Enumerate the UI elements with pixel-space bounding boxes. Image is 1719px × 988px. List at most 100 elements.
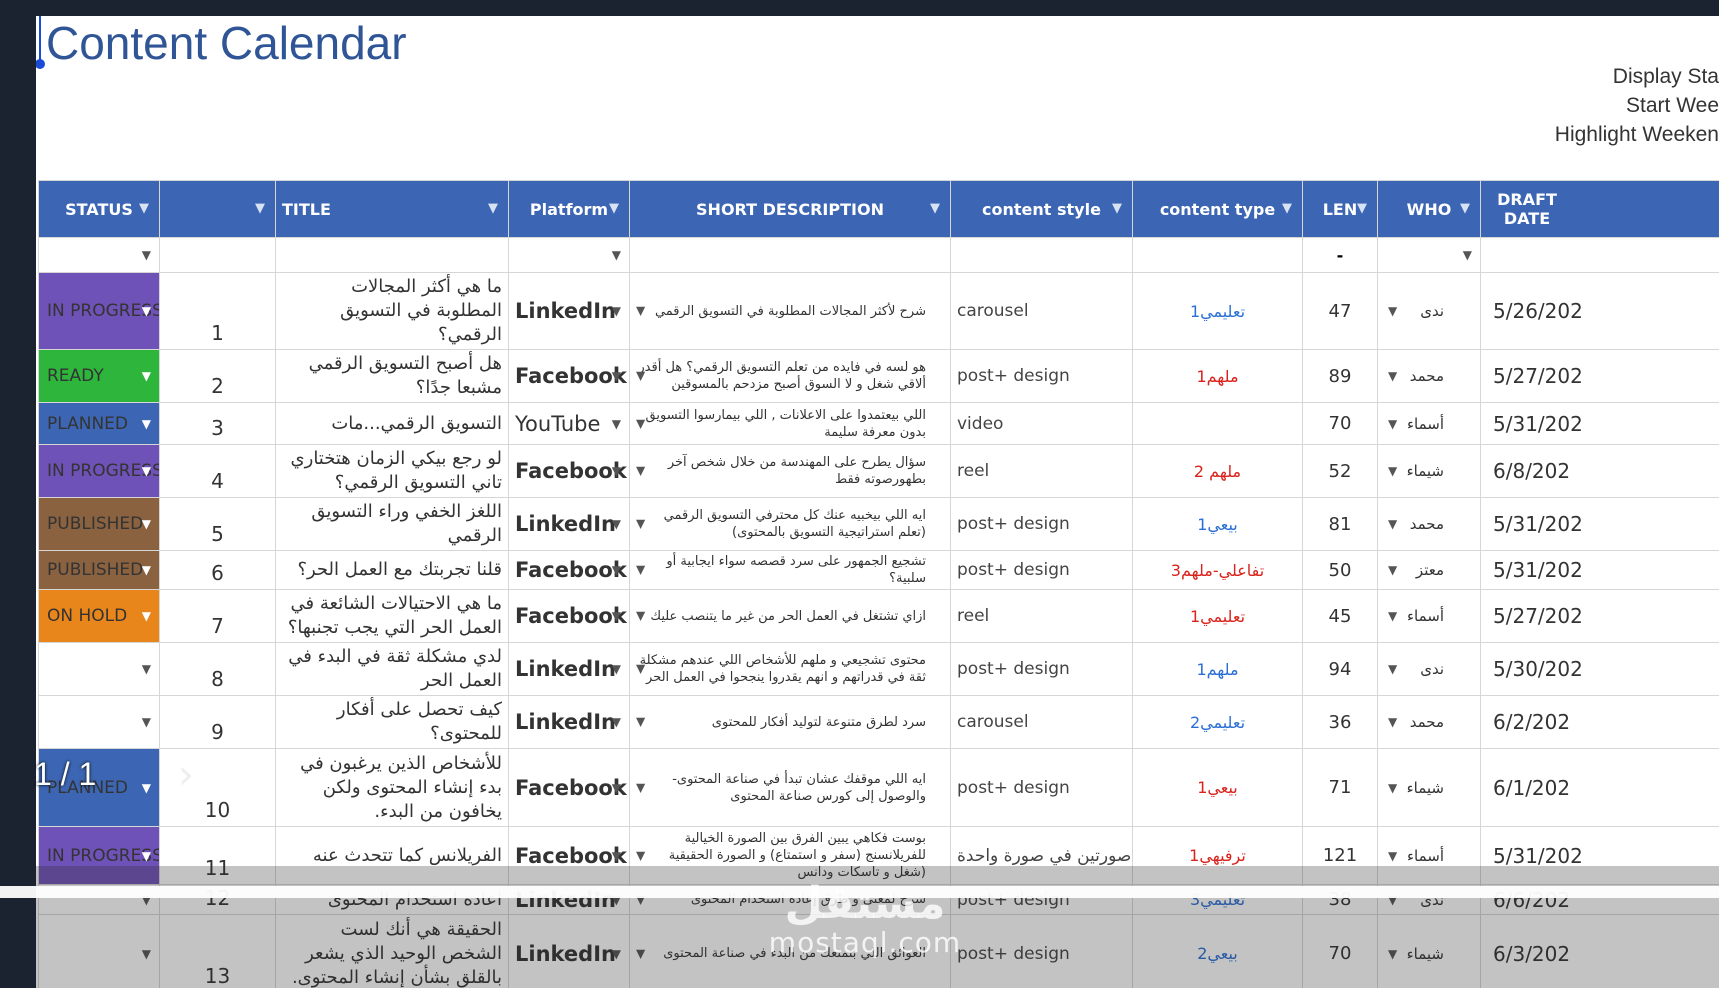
len-cell[interactable]: 121	[1302, 826, 1378, 885]
filter-cell[interactable]	[629, 237, 951, 273]
who-select[interactable]: شيماء ▼	[1377, 444, 1481, 498]
description-cell[interactable]: ايه اللي بيخبيه عنك كل محترفي التسويق ال…	[629, 497, 951, 551]
draft-date-cell[interactable]: 6/3/202	[1480, 914, 1719, 988]
chevron-down-icon[interactable]: ▼	[142, 781, 151, 795]
filter-who[interactable]: ▼	[1377, 237, 1481, 273]
len-cell[interactable]: 50	[1302, 550, 1378, 590]
filter-icon[interactable]: ▼	[1112, 201, 1122, 216]
description-cell[interactable]: بوست فكاهي يبين الفرق بين الصورة الخيالي…	[629, 826, 951, 885]
content-style-cell[interactable]: video	[950, 402, 1133, 445]
chevron-down-icon[interactable]: ▼	[612, 781, 621, 795]
len-cell[interactable]: 70	[1302, 914, 1378, 988]
filter-len[interactable]: -	[1302, 237, 1378, 273]
chevron-down-icon[interactable]: ▼	[1388, 715, 1397, 729]
page-title[interactable]: Content Calendar	[46, 16, 407, 70]
draft-date-cell[interactable]: 5/26/202	[1480, 272, 1719, 350]
chevron-down-icon[interactable]: ▼	[142, 715, 151, 729]
chevron-down-icon[interactable]: ▼	[612, 248, 621, 262]
chevron-down-icon[interactable]: ▼	[612, 609, 621, 623]
description-cell[interactable]: شرح لأكثر المجالات المطلوبة في التسويق ا…	[629, 272, 951, 350]
chevron-down-icon[interactable]: ▼	[612, 417, 621, 431]
draft-date-cell[interactable]: 5/31/202	[1480, 826, 1719, 885]
content-style-cell[interactable]: reel	[950, 589, 1133, 643]
content-type-cell[interactable]: ملهم1	[1132, 349, 1303, 403]
filter-status[interactable]: ▼	[38, 237, 160, 273]
platform-select[interactable]: YouTube ▼	[508, 402, 630, 445]
description-cell[interactable]: سرد لطرق متنوعة لتوليد أفكار للمحتوى ▼	[629, 695, 951, 749]
platform-select[interactable]: LinkedIn ▼	[508, 914, 630, 988]
len-cell[interactable]: 52	[1302, 444, 1378, 498]
draft-date-cell[interactable]: 5/31/202	[1480, 402, 1719, 445]
draft-date-cell[interactable]: 5/31/202	[1480, 550, 1719, 590]
platform-select[interactable]: Facebook ▼	[508, 550, 630, 590]
title-cell[interactable]: الحقيقة هي أنك لست الشخص الوحيد الذي يشع…	[275, 914, 509, 988]
content-type-cell[interactable]: تفاعلي-ملهم3	[1132, 550, 1303, 590]
content-style-cell[interactable]: post+ design	[950, 914, 1133, 988]
chevron-down-icon[interactable]: ▼	[1388, 563, 1397, 577]
title-cell[interactable]: كيف تحصل على أفكار للمحتوى؟	[275, 695, 509, 749]
filter-icon[interactable]: ▼	[488, 201, 498, 216]
draft-date-cell[interactable]: 5/27/202	[1480, 589, 1719, 643]
platform-select[interactable]: LinkedIn ▼	[508, 695, 630, 749]
cursor-handle[interactable]	[36, 59, 45, 69]
len-cell[interactable]: 36	[1302, 695, 1378, 749]
column-header-short-description[interactable]: SHORT DESCRIPTION ▼	[629, 180, 951, 238]
column-header-title[interactable]: TITLE ▼	[275, 180, 509, 238]
filter-icon[interactable]: ▼	[1282, 201, 1292, 216]
title-cell[interactable]: الفريلانس كما تتحدث عنه	[275, 826, 509, 885]
chevron-down-icon[interactable]: ▼	[636, 303, 645, 320]
column-header-content-style[interactable]: content style ▼	[950, 180, 1133, 238]
content-style-cell[interactable]: reel	[950, 444, 1133, 498]
len-cell[interactable]: 89	[1302, 349, 1378, 403]
chevron-down-icon[interactable]: ▼	[1388, 369, 1397, 383]
title-cell[interactable]: التسويق الرقمي...مات	[275, 402, 509, 445]
filter-icon[interactable]: ▼	[1357, 201, 1367, 216]
chevron-down-icon[interactable]: ▼	[636, 661, 645, 678]
len-cell[interactable]: 81	[1302, 497, 1378, 551]
chevron-down-icon[interactable]: ▼	[636, 847, 645, 864]
column-header-draft-date[interactable]: DRAFT DATE	[1480, 180, 1719, 238]
draft-date-cell[interactable]: 6/8/202	[1480, 444, 1719, 498]
title-cell[interactable]: اللغز الخفي وراء التسويق الرقمي	[275, 497, 509, 551]
description-cell[interactable]: محتوى تشجيعي و ملهم للأشخاص اللي عندهم م…	[629, 642, 951, 696]
who-select[interactable]: محمد ▼	[1377, 497, 1481, 551]
platform-select[interactable]: Facebook ▼	[508, 748, 630, 827]
status-select[interactable]: IN PROGRESS ▼	[38, 444, 160, 498]
chevron-down-icon[interactable]: ▼	[1388, 947, 1397, 961]
chevron-down-icon[interactable]: ▼	[142, 417, 151, 431]
chevron-down-icon[interactable]: ▼	[612, 947, 621, 961]
title-cell[interactable]: ما هي الاحتيالات الشائعة في العمل الحر ا…	[275, 589, 509, 643]
chevron-down-icon[interactable]: ▼	[1388, 417, 1397, 431]
title-cell[interactable]: ما هي أكثر المجالات المطلوبة في التسويق …	[275, 272, 509, 350]
content-style-cell[interactable]: صورتين في صورة واحدة	[950, 826, 1133, 885]
who-select[interactable]: ندى ▼	[1377, 272, 1481, 350]
chevron-down-icon[interactable]: ▼	[636, 516, 645, 533]
status-select[interactable]: PLANNED ▼	[38, 402, 160, 445]
column-header-content-type[interactable]: content type ▼	[1132, 180, 1303, 238]
who-select[interactable]: محمد ▼	[1377, 349, 1481, 403]
draft-date-cell[interactable]: 5/31/202	[1480, 497, 1719, 551]
filter-cell[interactable]	[275, 237, 509, 273]
content-style-cell[interactable]: carousel	[950, 695, 1133, 749]
chevron-down-icon[interactable]: ▼	[612, 563, 621, 577]
platform-select[interactable]: LinkedIn ▼	[508, 642, 630, 696]
column-header-who[interactable]: WHO ▼	[1377, 180, 1481, 238]
chevron-down-icon[interactable]: ▼	[636, 945, 645, 962]
chevron-down-icon[interactable]: ▼	[1388, 609, 1397, 623]
chevron-down-icon[interactable]: ▼	[612, 662, 621, 676]
status-select[interactable]: ▼	[38, 695, 160, 749]
filter-platform[interactable]: ▼	[508, 237, 630, 273]
content-style-cell[interactable]: carousel	[950, 272, 1133, 350]
title-cell[interactable]: لو رجع بيكي الزمان هتختاري تاني التسويق …	[275, 444, 509, 498]
content-type-cell[interactable]: تعليمي1	[1132, 272, 1303, 350]
chevron-down-icon[interactable]: ▼	[142, 849, 151, 863]
title-cell[interactable]: لدي مشكلة ثقة في البدء في العمل الحر	[275, 642, 509, 696]
chevron-down-icon[interactable]: ▼	[636, 714, 645, 731]
status-select[interactable]: ON HOLD ▼	[38, 589, 160, 643]
content-type-cell[interactable]: ملهم1	[1132, 642, 1303, 696]
chevron-down-icon[interactable]: ▼	[142, 369, 151, 383]
draft-date-cell[interactable]: 5/27/202	[1480, 349, 1719, 403]
who-select[interactable]: محمد ▼	[1377, 695, 1481, 749]
content-type-cell[interactable]: بيعي1	[1132, 748, 1303, 827]
chevron-down-icon[interactable]: ▼	[142, 248, 151, 262]
